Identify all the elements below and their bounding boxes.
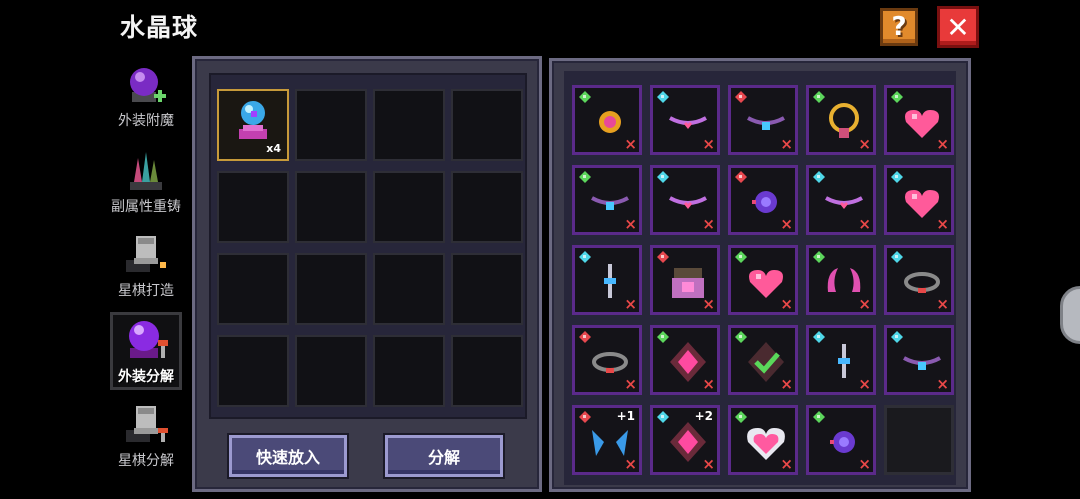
skin-slot[interactable]: × xyxy=(728,85,798,155)
remove-mark-icon: × xyxy=(702,375,715,393)
remove-mark-icon: × xyxy=(936,295,949,313)
upgrade-level: +2 xyxy=(694,409,713,423)
sidebar-item-skin-enchant[interactable]: 外装附魔 xyxy=(104,62,188,140)
remove-mark-icon: × xyxy=(780,215,793,233)
remove-mark-icon: × xyxy=(624,135,637,153)
skin-slot[interactable]: × xyxy=(806,85,876,155)
quick-add-button[interactable]: 快速放入 xyxy=(229,435,347,477)
close-button[interactable]: ✕ xyxy=(937,6,979,48)
remove-mark-icon: × xyxy=(936,215,949,233)
remove-mark-icon: × xyxy=(702,295,715,313)
sidebar-item-label: 星棋打造 xyxy=(118,283,174,299)
remove-mark-icon: × xyxy=(936,135,949,153)
skin-slot[interactable]: × xyxy=(728,245,798,315)
remove-mark-icon: × xyxy=(702,215,715,233)
sidebar-item-chess-forge[interactable]: 星棋打造 xyxy=(104,232,188,310)
remove-mark-icon: × xyxy=(702,455,715,473)
crystal-ball-hammer-icon xyxy=(129,321,168,358)
remove-mark-icon: × xyxy=(936,375,949,393)
decompose-slot[interactable] xyxy=(451,335,523,407)
crystals-icon xyxy=(130,152,162,190)
crystal-ball-item-icon xyxy=(239,101,267,139)
decompose-slot[interactable] xyxy=(295,335,367,407)
decompose-slot[interactable] xyxy=(451,89,523,161)
decompose-slot[interactable] xyxy=(217,171,289,243)
skin-slot[interactable]: × xyxy=(650,85,720,155)
empty-skin-slot[interactable] xyxy=(884,405,954,475)
remove-mark-icon: × xyxy=(858,135,871,153)
skin-slot[interactable]: × xyxy=(572,245,642,315)
decompose-slot[interactable] xyxy=(295,89,367,161)
help-button[interactable]: ? xyxy=(880,8,918,46)
skin-slot[interactable]: × xyxy=(728,405,798,475)
skin-slot[interactable]: × xyxy=(572,85,642,155)
remove-mark-icon: × xyxy=(858,455,871,473)
skin-slot[interactable]: × xyxy=(728,165,798,235)
skin-slot[interactable]: × xyxy=(650,245,720,315)
skin-slot[interactable]: +2 × xyxy=(650,405,720,475)
sidebar-item-chess-decompose[interactable]: 星棋分解 xyxy=(104,402,188,480)
skin-slot[interactable]: × xyxy=(572,325,642,395)
decompose-slot[interactable] xyxy=(217,253,289,325)
decompose-slot[interactable] xyxy=(373,171,445,243)
remove-mark-icon: × xyxy=(858,215,871,233)
skin-slot[interactable]: × xyxy=(650,165,720,235)
skin-slot[interactable]: × xyxy=(806,405,876,475)
sidebar-item-label: 副属性重铸 xyxy=(111,199,181,215)
skin-inventory-panel: × × × × × × × × × × × × × × × × × × × × +1 × +2 × × × xyxy=(549,58,971,492)
decompose-slot[interactable] xyxy=(295,171,367,243)
skin-slot[interactable]: × xyxy=(884,245,954,315)
skin-inventory-grid: × × × × × × × × × × × × × × × × × × × × +1 × +2 × × × xyxy=(564,71,956,485)
skin-slot[interactable]: × xyxy=(572,165,642,235)
remove-mark-icon: × xyxy=(780,375,793,393)
remove-mark-icon: × xyxy=(624,215,637,233)
remove-mark-icon: × xyxy=(858,295,871,313)
decompose-slot[interactable] xyxy=(217,335,289,407)
sidebar-item-label: 星棋分解 xyxy=(118,453,174,469)
skin-slot[interactable]: × xyxy=(884,325,954,395)
decompose-slot[interactable] xyxy=(451,171,523,243)
skin-slot[interactable]: × xyxy=(806,245,876,315)
crystal-ball-plus-icon xyxy=(130,68,166,102)
decompose-slot[interactable] xyxy=(373,89,445,161)
remove-mark-icon: × xyxy=(702,135,715,153)
item-count: x4 xyxy=(266,142,281,155)
decompose-slot[interactable]: x4 xyxy=(217,89,289,161)
decompose-button[interactable]: 分解 xyxy=(385,435,503,477)
sidebar-item-label: 外装附魔 xyxy=(118,113,174,129)
decompose-panel: x4 快速放入 分解 xyxy=(192,56,542,492)
remove-mark-icon: × xyxy=(780,135,793,153)
remove-mark-icon: × xyxy=(780,455,793,473)
decompose-slot[interactable] xyxy=(451,253,523,325)
upgrade-level: +1 xyxy=(616,409,635,423)
sidebar-item-skin-decompose[interactable]: 外装分解 xyxy=(104,312,188,396)
remove-mark-icon: × xyxy=(624,375,637,393)
decompose-slot[interactable] xyxy=(295,253,367,325)
skin-slot[interactable]: × xyxy=(728,325,798,395)
chess-piece-forge-icon xyxy=(126,236,166,272)
chess-piece-hammer-icon xyxy=(126,406,168,442)
skin-slot[interactable]: +1 × xyxy=(572,405,642,475)
remove-mark-icon: × xyxy=(858,375,871,393)
skin-slot[interactable]: × xyxy=(650,325,720,395)
skin-slot[interactable]: × xyxy=(806,165,876,235)
sidebar-item-label: 外装分解 xyxy=(118,369,174,385)
decompose-slot[interactable] xyxy=(373,253,445,325)
page-title: 水晶球 xyxy=(120,13,199,42)
skin-slot[interactable]: × xyxy=(806,325,876,395)
skin-slot[interactable]: × xyxy=(884,165,954,235)
decompose-slot-grid: x4 xyxy=(209,73,527,419)
decompose-slot[interactable] xyxy=(373,335,445,407)
skin-slot[interactable]: × xyxy=(884,85,954,155)
floating-side-button[interactable] xyxy=(1060,286,1080,344)
remove-mark-icon: × xyxy=(624,455,637,473)
sidebar-item-substat-reforge[interactable]: 副属性重铸 xyxy=(104,148,188,226)
remove-mark-icon: × xyxy=(624,295,637,313)
remove-mark-icon: × xyxy=(780,295,793,313)
